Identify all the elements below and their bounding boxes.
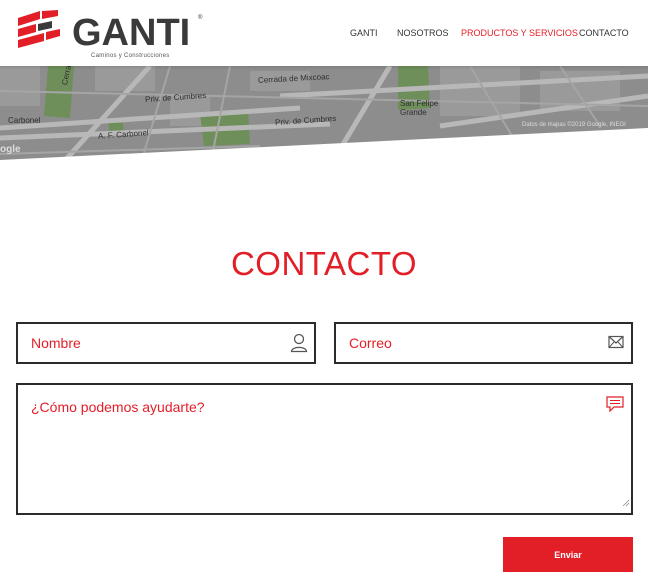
chat-icon [606,396,624,417]
site-header: GANTI ® Caminos y Construcciones GANTI N… [0,0,648,66]
name-input[interactable] [18,324,314,362]
nav-item-nosotros[interactable]: NOSOTROS [397,28,449,38]
email-input[interactable] [336,324,631,362]
map-banner[interactable]: Cerrada de Mixcoac Priv. de Cumbres Priv… [0,66,648,166]
logo-tagline: Caminos y Construcciones [91,53,170,59]
message-field-box [16,383,633,515]
envelope-icon [608,335,624,354]
nav-item-ganti[interactable]: GANTI [350,28,378,38]
email-field-box [334,322,633,364]
user-icon [290,333,308,358]
map-street-label: Carbonel [8,116,41,125]
name-field-box [16,322,316,364]
trademark-symbol: ® [198,15,203,21]
map-place-label: San Felipe Grande [400,99,439,117]
google-logo: ogle [0,144,21,155]
main-nav: GANTI NOSOTROS PRODUCTOS Y SERVICIOS CON… [0,28,648,42]
contact-heading: CONTACTO [230,245,418,282]
nav-item-productos-y-servicios[interactable]: PRODUCTOS Y SERVICIOS [461,28,578,38]
nav-item-contacto[interactable]: CONTACTO [579,28,629,38]
map-attribution[interactable]: Datos de mapas ©2019 Google, INEGI [522,122,626,128]
resize-handle-icon[interactable] [622,494,630,512]
message-textarea[interactable] [18,385,631,513]
send-button[interactable]: Enviar [503,537,633,572]
